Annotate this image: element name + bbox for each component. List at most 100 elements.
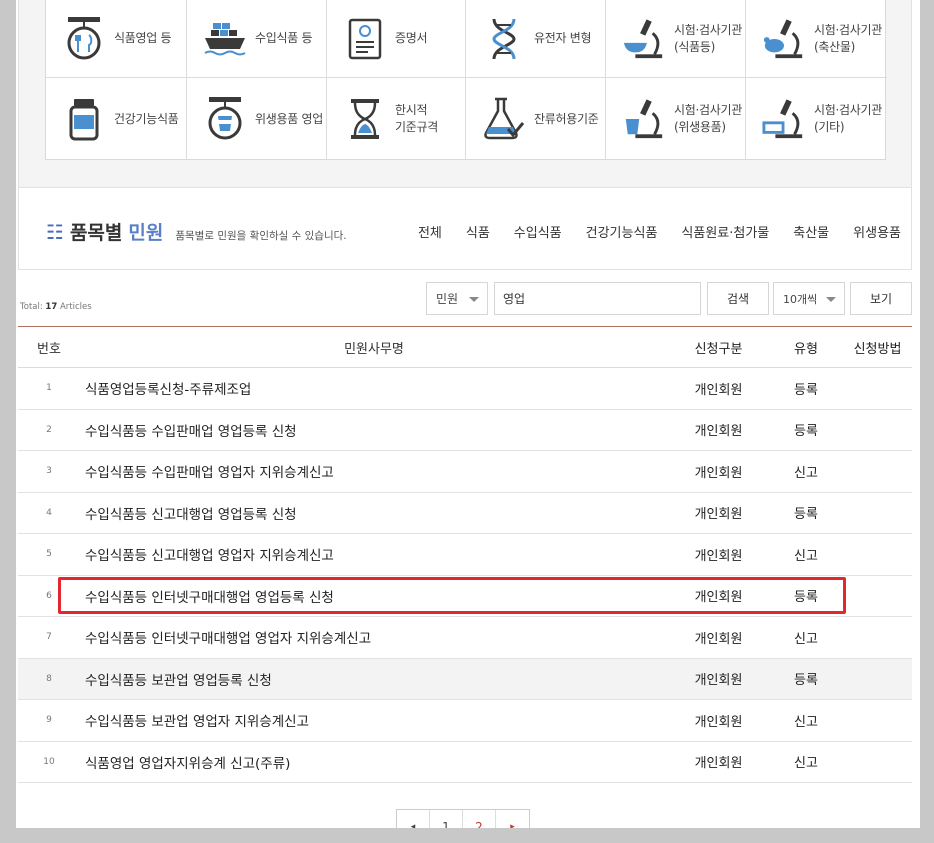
tab-item[interactable]: 식품 (466, 222, 490, 241)
page-size-value: 10개씩 (783, 292, 818, 306)
table-row[interactable]: 3 수입식품등 수입판매업 영업자 지위승계신고 개인회원 신고 (18, 451, 912, 493)
row-complaint-name[interactable]: 수입식품등 인터넷구매대행업 영업자 지위승계신고 (80, 627, 668, 647)
row-complaint-name[interactable]: 식품영업 영업자지위승계 신고(주류) (80, 752, 668, 772)
category-label: 한시적 기준규격 (395, 103, 438, 134)
category-item[interactable]: 증명서 (327, 0, 466, 78)
category-item[interactable]: 건강기능식품 (46, 78, 187, 160)
hygiene-cup-sign-icon (203, 95, 247, 143)
title-part1: 품목별 (69, 222, 123, 244)
category-item[interactable]: 식품영업 등 (46, 0, 187, 78)
view-button-label: 보기 (869, 292, 893, 306)
row-complaint-name[interactable]: 수입식품등 수입판매업 영업등록 신청 (80, 420, 668, 440)
row-type: 신고 (794, 756, 818, 772)
row-number: 10 (43, 756, 55, 767)
table-row[interactable]: 10 식품영업 영업자지위승계 신고(주류) 개인회원 신고 (18, 742, 912, 783)
chevron-down-icon (469, 297, 479, 302)
restaurant-sign-icon (62, 15, 106, 63)
search-button[interactable]: 검색 (707, 282, 769, 315)
microscope-chicken-icon (762, 15, 806, 63)
category-item[interactable]: 수입식품 등 (187, 0, 327, 78)
tab-item[interactable]: 건강기능식품 (586, 222, 658, 241)
category-item[interactable]: 한시적 기준규격 (327, 78, 466, 160)
row-type: 등록 (794, 507, 818, 523)
row-complaint-name[interactable]: 수입식품등 수입판매업 영업자 지위승계신고 (80, 461, 668, 481)
certificate-icon (343, 15, 387, 63)
row-type: 신고 (794, 714, 818, 730)
section-description: 품목별로 민원을 확인하실 수 있습니다. (175, 230, 347, 242)
microscope-box-icon (762, 95, 806, 143)
table-row[interactable]: 8 수입식품등 보관업 영업등록 신청 개인회원 등록 (18, 658, 912, 700)
row-number: 8 (46, 673, 52, 684)
page: 식품영업 등 수입식품 등 증명서 유전자 변형 시험·검사기관 (식품등) 시험·검사기… (16, 0, 920, 828)
supplement-bottle-icon (62, 95, 106, 143)
row-class: 개인회원 (694, 631, 743, 647)
category-label: 시험·검사기관 (기타) (814, 103, 882, 134)
category-label: 잔류허용기준 (534, 111, 599, 126)
row-type: 등록 (794, 424, 818, 440)
section-header: ☷ 품목별 민원 품목별로 민원을 확인하실 수 있습니다. 전체 식품 수입식품 건… (18, 188, 912, 270)
category-item[interactable]: 시험·검사기관 (기타) (746, 78, 887, 160)
pagination: ◂ 1 2 ▸ (396, 809, 530, 828)
row-complaint-name[interactable]: 수입식품등 보관업 영업등록 신청 (80, 669, 668, 689)
category-label: 식품영업 등 (114, 31, 172, 45)
category-label: 시험·검사기관 (위생용품) (674, 103, 742, 134)
row-type: 신고 (794, 465, 818, 481)
row-number: 4 (46, 507, 52, 518)
page-1-button[interactable]: 1 (430, 810, 463, 828)
row-number: 1 (46, 383, 52, 394)
table-row[interactable]: 4 수입식품등 신고대행업 영업등록 신청 개인회원 등록 (18, 493, 912, 534)
category-panel: 식품영업 등 수입식품 등 증명서 유전자 변형 시험·검사기관 (식품등) 시험·검사기… (18, 0, 912, 188)
page-2-button[interactable]: 2 (463, 810, 496, 828)
row-number: 9 (46, 715, 52, 726)
row-class: 개인회원 (694, 673, 743, 689)
row-class: 개인회원 (694, 714, 743, 730)
category-tabs: 전체 식품 수입식품 건강기능식품 식품원료·첨가물 축산물 위생용품 (394, 222, 901, 241)
category-item[interactable]: 시험·검사기관 (식품등) (606, 0, 746, 78)
prev-page-button[interactable]: ◂ (397, 810, 430, 828)
tab-item[interactable]: 수입식품 (514, 222, 562, 241)
category-item[interactable]: 잔류허용기준 (466, 78, 606, 160)
table-row[interactable]: 9 수입식품등 보관업 영업자 지위승계신고 개인회원 신고 (18, 700, 912, 742)
table-row[interactable]: 2 수입식품등 수입판매업 영업등록 신청 개인회원 등록 (18, 410, 912, 451)
row-number: 2 (46, 424, 52, 435)
page-size-select[interactable]: 10개씩 (773, 282, 845, 315)
tab-item[interactable]: 전체 (418, 222, 442, 241)
row-type: 등록 (794, 673, 818, 689)
category-label: 건강기능식품 (114, 111, 179, 126)
row-type: 신고 (794, 631, 818, 647)
header-class: 신청구분 (694, 341, 743, 357)
table-row[interactable]: 7 수입식품등 인터넷구매대행업 영업자 지위승계신고 개인회원 신고 (18, 617, 912, 659)
search-button-label: 검색 (726, 292, 750, 306)
header-method: 신청방법 (853, 341, 902, 357)
row-complaint-name[interactable]: 식품영업등록신청-주류제조업 (80, 378, 668, 398)
category-item[interactable]: 시험·검사기관 (축산물) (746, 0, 887, 78)
search-input[interactable]: 영업 (494, 282, 701, 315)
row-complaint-name[interactable]: 수입식품등 신고대행업 영업자 지위승계신고 (80, 544, 668, 564)
view-button[interactable]: 보기 (850, 282, 912, 315)
tab-item[interactable]: 식품원료·첨가물 (681, 222, 769, 241)
chevron-down-icon (826, 297, 836, 302)
row-complaint-name[interactable]: 수입식품등 보관업 영업자 지위승계신고 (80, 710, 668, 730)
microscope-bowl-icon (622, 15, 666, 63)
header-no: 번호 (37, 341, 61, 357)
table-row[interactable]: 5 수입식품등 신고대행업 영업자 지위승계신고 개인회원 신고 (18, 534, 912, 576)
category-item[interactable]: 위생용품 영업 (187, 78, 327, 160)
search-keyword: 영업 (503, 292, 526, 306)
list-icon: ☷ (46, 220, 64, 244)
tab-item[interactable]: 위생용품 (853, 222, 901, 241)
section-title: ☷ 품목별 민원 품목별로 민원을 확인하실 수 있습니다. (46, 218, 347, 245)
tab-item[interactable]: 축산물 (793, 222, 829, 241)
category-label: 수입식품 등 (255, 31, 313, 45)
category-grid: 식품영업 등 수입식품 등 증명서 유전자 변형 시험·검사기관 (식품등) 시험·검사기… (45, 0, 887, 160)
table-row[interactable]: 1 식품영업등록신청-주류제조업 개인회원 등록 (18, 368, 912, 410)
cargo-ship-icon (203, 15, 247, 63)
row-class: 개인회원 (694, 424, 743, 440)
category-item[interactable]: 유전자 변형 (466, 0, 606, 78)
next-page-button[interactable]: ▸ (496, 810, 529, 828)
search-field-select[interactable]: 민원 (426, 282, 488, 315)
row-class: 개인회원 (694, 465, 743, 481)
dna-icon (482, 15, 526, 63)
flask-check-icon (482, 95, 526, 143)
row-complaint-name[interactable]: 수입식품등 신고대행업 영업등록 신청 (80, 503, 668, 523)
category-item[interactable]: 시험·검사기관 (위생용품) (606, 78, 746, 160)
